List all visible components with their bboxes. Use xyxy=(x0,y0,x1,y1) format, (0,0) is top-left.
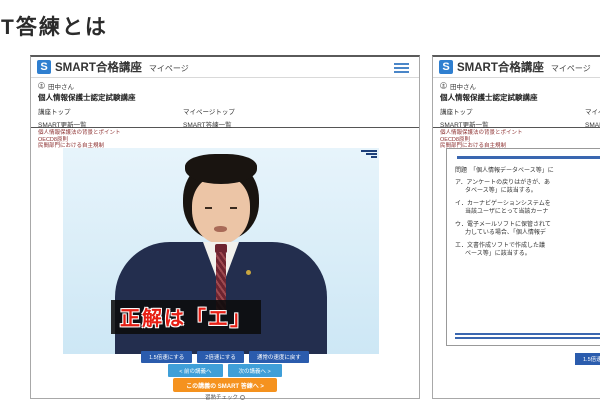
option-text: タベース等」に該当する。 xyxy=(455,187,600,195)
nav-column-1: 講座トップ SMART更新一覧 xyxy=(440,106,489,132)
option-text: ベース等」に該当する。 xyxy=(455,250,600,258)
nav-mypage-top[interactable]: マイページトップ xyxy=(183,106,235,116)
user-icon xyxy=(440,82,447,89)
smart-touren-button[interactable]: この講義の SMART 答練へ > xyxy=(173,378,277,392)
nav-course-top[interactable]: 講座トップ xyxy=(38,106,87,116)
site-header: S SMART合格講座 マイページ xyxy=(31,57,419,78)
speed-controls: 1.5倍速にする 2倍速にする 通常の速度に戻す xyxy=(31,351,419,363)
instructor-eye xyxy=(230,207,237,209)
brand-title: SMART合格講座 xyxy=(457,59,544,75)
nav-smart-touren-list[interactable]: SMART答練一覧 xyxy=(585,119,600,129)
panel-body: 田中さん 個人情報保護士認定試験講座 講座トップ SMART更新一覧 マイページ… xyxy=(433,78,600,150)
option-text: 文書作成ソフトで作成した議 xyxy=(467,243,545,249)
user-name: 田中さん xyxy=(450,81,476,91)
smart-touren-row: この講義の SMART 答練へ > xyxy=(31,378,419,392)
nav-mypage-top[interactable]: マイページトップ xyxy=(585,106,600,116)
option-text: 力している場合、「個人情報デ xyxy=(455,229,600,237)
option-text: カーナビゲーションシステムを xyxy=(467,201,551,207)
menu-icon[interactable] xyxy=(394,63,409,75)
question-document: 問題 「個人情報データベース等」に ア．アンケートの戻りはがきが、あ タベース等… xyxy=(446,148,600,346)
nav-links: 講座トップ SMART更新一覧 マイページトップ SMART答練一覧 xyxy=(38,106,419,127)
stairs-icon xyxy=(361,150,377,159)
option-text: 電子メールソフトに保管されて xyxy=(467,222,551,228)
question-option-a: ア．アンケートの戻りはがきが、あ タベース等」に該当する。 xyxy=(455,179,600,195)
nav-smart-update-list[interactable]: SMART更新一覧 xyxy=(440,119,489,129)
breadcrumb: 個人情報保護法の背景とポイント OECD8原則 民間部門における自主規制 xyxy=(440,130,600,150)
option-marker: ウ． xyxy=(455,222,467,228)
course-title: 個人情報保護士認定試験講座 xyxy=(38,92,419,103)
instructor-fringe xyxy=(185,154,257,184)
brand-logo-icon: S xyxy=(37,60,51,74)
brand-title: SMART合格講座 xyxy=(55,59,142,75)
mastery-check-label: 習熟チェック xyxy=(205,395,238,401)
nav-links: 講座トップ SMART更新一覧 マイページトップ SMART答練一覧 xyxy=(440,106,600,127)
instructor-mouth xyxy=(214,226,227,232)
question-option-i: イ．カーナビゲーションシステムを 当該ユーザにとって当該カーナ xyxy=(455,200,600,216)
question-title: 問題 「個人情報データベース等」に xyxy=(455,165,600,174)
page-title: T答練とは xyxy=(1,11,108,41)
question-option-u: ウ．電子メールソフトに保管されて 力している場合、「個人情報デ xyxy=(455,221,600,237)
lecture-panel: S SMART合格講座 マイページ 田中さん 個人情報保護士認定試験講座 講座ト… xyxy=(30,55,420,399)
mypage-label: マイページ xyxy=(149,63,189,74)
speed-2x-button[interactable]: 2倍速にする xyxy=(197,351,244,363)
nav-column-2: マイページトップ SMART答練一覧 xyxy=(183,106,235,132)
lecture-video-player[interactable]: 正解は「エ」 xyxy=(63,148,379,354)
instructor-eye xyxy=(205,207,212,209)
option-text: アンケートの戻りはがきが、あ xyxy=(466,180,550,186)
user-row: 田中さん xyxy=(38,81,419,90)
next-lecture-button[interactable]: 次の講義へ > xyxy=(228,364,282,377)
option-marker: ア． xyxy=(455,180,466,186)
nav-column-2: マイページトップ SMART答練一覧 xyxy=(585,106,600,132)
speed-1-5x-button[interactable]: 1.5倍速にする xyxy=(141,351,192,363)
course-title: 個人情報保護士認定試験講座 xyxy=(440,92,600,103)
touren-panel: S SMART合格講座 マイページ 田中さん 個人情報保護士認定試験講座 講座ト… xyxy=(432,55,600,399)
nav-course-top[interactable]: 講座トップ xyxy=(440,106,489,116)
mypage-label: マイページ xyxy=(551,63,591,74)
nav-smart-update-list[interactable]: SMART更新一覧 xyxy=(38,119,87,129)
speed-1-5x-button[interactable]: 1.5倍速にする xyxy=(575,353,600,365)
mastery-check-checkbox[interactable] xyxy=(240,395,245,400)
instructor-face xyxy=(192,176,250,244)
site-header: S SMART合格講座 マイページ xyxy=(433,57,600,78)
lapel-badge xyxy=(246,270,251,275)
breadcrumb: 個人情報保護法の背景とポイント OECD8原則 民間部門における自主規制 xyxy=(38,130,419,150)
option-marker: イ． xyxy=(455,201,467,207)
document-top-rule xyxy=(457,156,600,159)
nav-column-1: 講座トップ SMART更新一覧 xyxy=(38,106,87,132)
lecture-nav-controls: < 前の講義へ 次の講義へ > xyxy=(31,364,419,377)
panel-body: 田中さん 個人情報保護士認定試験講座 講座トップ SMART更新一覧 マイページ… xyxy=(31,78,419,150)
option-text: 当該ユーザにとって当該カーナ xyxy=(455,208,600,216)
brand-logo-icon: S xyxy=(439,60,453,74)
answer-caption: 正解は「エ」 xyxy=(111,300,261,334)
question-option-e: エ．文書作成ソフトで作成した議 ベース等」に該当する。 xyxy=(455,242,600,258)
user-icon xyxy=(38,82,45,89)
document-bottom-rule xyxy=(455,331,600,339)
speed-normal-button[interactable]: 通常の速度に戻す xyxy=(249,351,309,363)
prev-lecture-button[interactable]: < 前の講義へ xyxy=(168,364,222,377)
user-name: 田中さん xyxy=(48,81,74,91)
nav-smart-touren-list[interactable]: SMART答練一覧 xyxy=(183,119,235,129)
user-row: 田中さん xyxy=(440,81,600,90)
option-marker: エ． xyxy=(455,243,467,249)
